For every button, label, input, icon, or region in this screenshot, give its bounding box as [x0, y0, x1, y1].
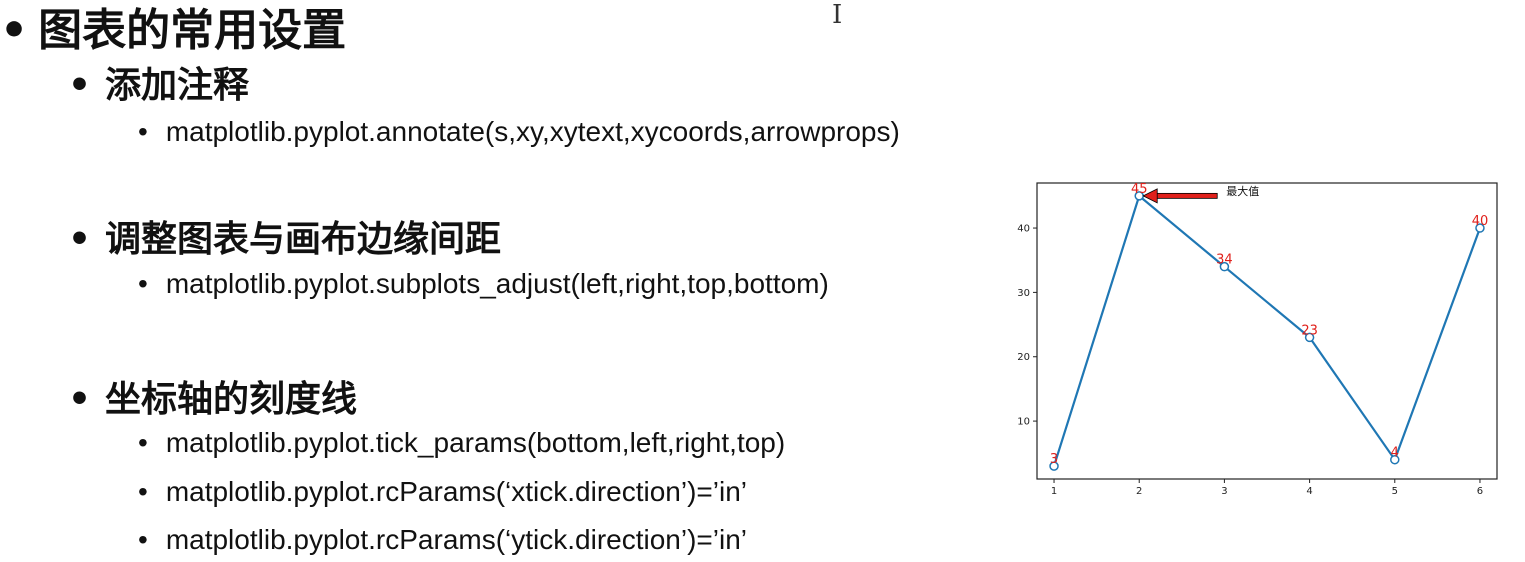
x-tick-label: 4: [1306, 486, 1312, 497]
code-text: matplotlib.pyplot.subplots_adjust(left,r…: [165, 268, 829, 299]
x-tick-label: 3: [1221, 486, 1227, 497]
code-item-annotate: • matplotlib.pyplot.annotate(s,xy,xytext,…: [138, 116, 900, 148]
section-title-ticks: • 坐标轴的刻度线: [68, 370, 357, 422]
data-label: 4: [1391, 446, 1399, 461]
slide-heading: 图表的常用设置: [38, 5, 347, 56]
bullet-dot: •: [138, 427, 148, 458]
data-label: 40: [1472, 214, 1489, 229]
x-tick-label: 2: [1136, 486, 1142, 497]
y-tick-label: 40: [1017, 224, 1030, 235]
section-title-adjust: • 调整图表与画布边缘间距: [68, 210, 501, 262]
bullet-dot: •: [68, 65, 92, 106]
code-item-tick-params: • matplotlib.pyplot.tick_params(bottom,le…: [138, 427, 785, 459]
x-tick-label: 1: [1051, 486, 1057, 497]
bullet-dot: •: [138, 476, 148, 507]
data-label: 34: [1216, 253, 1233, 268]
x-tick-label: 5: [1392, 486, 1398, 497]
bullet-dot: •: [0, 5, 29, 56]
y-tick-label: 20: [1017, 352, 1030, 363]
bullet-dot: •: [68, 379, 92, 420]
bullet-dot: •: [138, 116, 148, 147]
y-tick-label: 30: [1017, 288, 1030, 299]
section-title-annotate: • 添加注释: [68, 56, 249, 108]
data-label: 23: [1301, 323, 1318, 338]
series-line: [1052, 194, 1482, 467]
section-title-text: 添加注释: [105, 65, 250, 106]
code-text: matplotlib.pyplot.rcParams(‘xtick.direct…: [165, 476, 748, 507]
text-cursor-icon: I: [832, 0, 843, 30]
code-text: matplotlib.pyplot.tick_params(bottom,lef…: [165, 427, 786, 458]
code-text: matplotlib.pyplot.rcParams(‘ytick.direct…: [165, 524, 748, 555]
code-item-ytick-direction: • matplotlib.pyplot.rcParams(‘ytick.direc…: [138, 524, 747, 556]
heading-item: • 图表的常用设置: [0, 0, 346, 58]
line-chart: 1 2 3 4 5 6102030403453423440最大值: [1017, 182, 1498, 497]
annotation-text: 最大值: [1226, 184, 1259, 198]
code-text: matplotlib.pyplot.annotate(s,xy,xytext,x…: [165, 116, 900, 147]
bullet-dot: •: [138, 524, 148, 555]
y-tick-label: 10: [1017, 417, 1030, 428]
section-title-text: 坐标轴的刻度线: [105, 379, 358, 420]
bullet-dot: •: [138, 268, 148, 299]
section-title-text: 调整图表与画布边缘间距: [105, 219, 502, 260]
code-item-xtick-direction: • matplotlib.pyplot.rcParams(‘xtick.direc…: [138, 476, 747, 508]
bullet-dot: •: [68, 219, 92, 260]
data-label: 3: [1050, 452, 1058, 467]
plot-frame: [1036, 182, 1498, 480]
annotation-arrow-shaft: [1154, 192, 1218, 199]
x-tick-label: 6: [1477, 486, 1483, 497]
code-item-subplots-adjust: • matplotlib.pyplot.subplots_adjust(left,…: [138, 268, 829, 300]
